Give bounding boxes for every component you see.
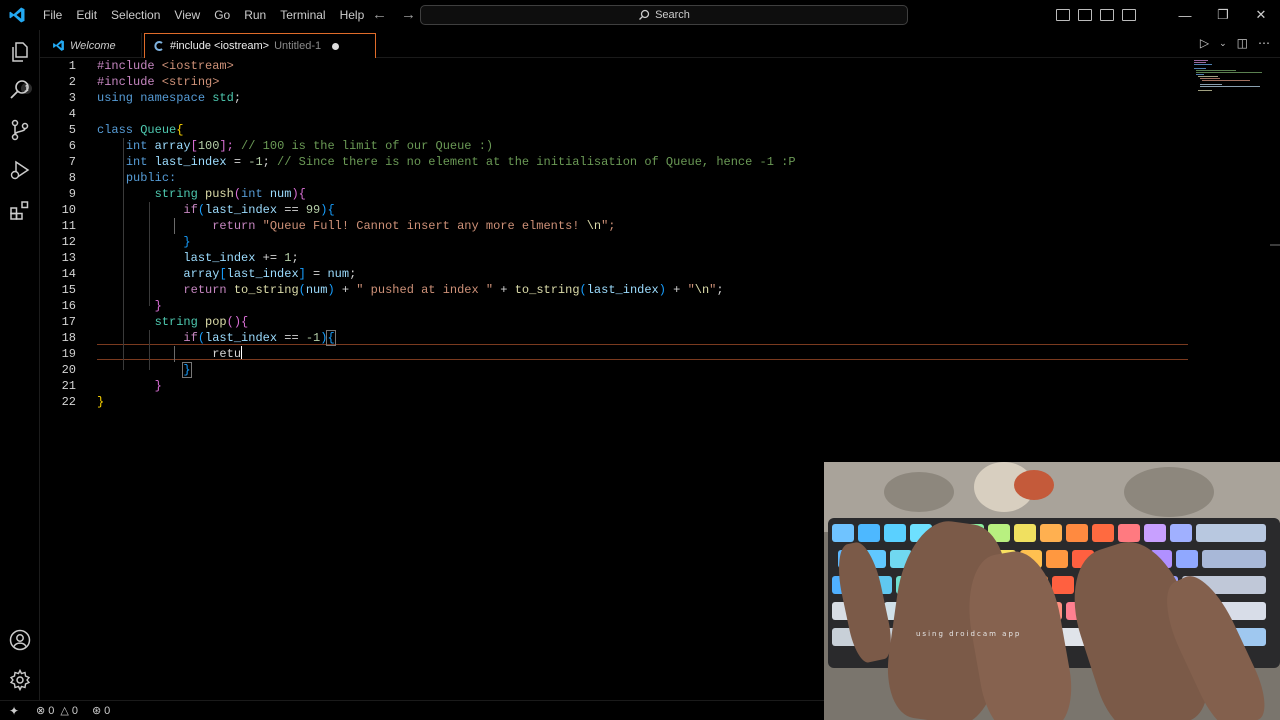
menu-go[interactable]: Go [207, 0, 237, 30]
warning-icon: △ [60, 705, 69, 717]
navigation-arrows: ← → [372, 6, 416, 23]
ports-status[interactable]: ⊛ 0 [91, 704, 111, 718]
activity-bar: 1 [0, 30, 40, 700]
code-line: 13 last_index += 1; [61, 251, 299, 265]
vscode-tab-icon [53, 40, 64, 51]
code-line: 16 } [61, 299, 162, 313]
toggle-panel-icon[interactable] [1078, 9, 1092, 21]
toggle-primary-sidebar-icon[interactable] [1056, 9, 1070, 21]
toggle-secondary-sidebar-icon[interactable] [1100, 9, 1114, 21]
code-line: 17 string pop(){ [61, 315, 249, 329]
tab-welcome[interactable]: Welcome [44, 33, 142, 58]
code-line: 11 return "Queue Full! Cannot insert any… [61, 219, 616, 233]
error-count: 0 [48, 704, 55, 717]
code-line: 21 } [61, 379, 162, 393]
code-line: 15 return to_string(num) + " pushed at i… [61, 283, 724, 297]
menu-run[interactable]: Run [237, 0, 273, 30]
back-arrow-icon[interactable]: ← [372, 6, 387, 23]
tab-welcome-label: Welcome [70, 39, 116, 52]
code-line: 12 } [61, 235, 191, 249]
close-icon[interactable]: ✕ [1242, 7, 1280, 23]
problems-status[interactable]: ⊗ 0 △ 0 [36, 704, 78, 718]
vscode-logo-icon [9, 7, 25, 23]
code-line: 3 using namespace std; [68, 91, 242, 105]
code-line-active: 19 retu [61, 346, 243, 361]
run-and-debug-icon[interactable] [8, 158, 32, 182]
ports-count: 0 [104, 704, 111, 717]
menu-edit[interactable]: Edit [69, 0, 104, 30]
code-line: 14 array[last_index] = num; [61, 267, 357, 281]
code-line: 5 class Queue{ [68, 123, 184, 137]
search-label: Search [655, 9, 690, 21]
customize-layout-icon[interactable] [1122, 9, 1136, 21]
menu-bar: File Edit Selection View Go Run Terminal… [36, 0, 371, 30]
code-line: 4 [68, 107, 76, 121]
minimap[interactable] [1194, 58, 1266, 91]
tab-untitled-sublabel: Untitled-1 [274, 40, 322, 52]
source-control-icon[interactable] [8, 118, 32, 142]
extensions-icon[interactable] [8, 198, 32, 222]
tab-untitled-1[interactable]: #include <iostream> Untitled-1 [144, 33, 376, 58]
code-line: 20 } [61, 362, 192, 378]
code-line: 6 int array[100]; // 100 is the limit of… [68, 139, 494, 153]
menu-selection[interactable]: Selection [104, 0, 167, 30]
remote-indicator-icon[interactable]: ✦ [0, 704, 28, 718]
title-bar-right: — ❐ ✕ [1056, 0, 1280, 30]
restore-icon[interactable]: ❐ [1204, 7, 1242, 23]
code-line: 22} [61, 395, 105, 409]
code-line: 18 if(last_index == -1){ [61, 330, 336, 346]
accounts-icon[interactable] [8, 628, 32, 652]
editor-tab-bar: Welcome #include <iostream> Untitled-1 ▷… [40, 30, 1280, 58]
forward-arrow-icon[interactable]: → [401, 6, 416, 23]
search-sidebar-icon[interactable] [8, 78, 32, 102]
text-cursor [241, 346, 243, 359]
menu-terminal[interactable]: Terminal [273, 0, 332, 30]
run-dropdown-chevron-icon[interactable]: ⌄ [1219, 36, 1227, 50]
error-icon: ⊗ [36, 705, 46, 717]
menu-view[interactable]: View [167, 0, 207, 30]
unsaved-dot-icon[interactable] [332, 42, 340, 50]
code-line: 8 public: [68, 171, 177, 185]
code-line: 7 int last_index = -1; // Since there is… [68, 155, 796, 169]
code-line: 1 #include <iostream> [68, 59, 234, 73]
search-icon [639, 9, 650, 20]
more-actions-icon[interactable]: ⋯ [1258, 36, 1270, 50]
webcam-watermark: using droidcam app [916, 630, 1022, 638]
code-line: 9 string push(int num){ [68, 187, 306, 201]
warning-count: 0 [71, 704, 78, 717]
run-file-icon[interactable]: ▷ [1200, 36, 1209, 50]
ports-antenna-icon: ⊛ [91, 705, 102, 717]
scrollbar-marker[interactable] [1270, 244, 1280, 246]
command-center-search[interactable]: Search [420, 5, 908, 25]
split-editor-icon[interactable]: ◫ [1237, 36, 1248, 50]
manage-gear-icon[interactable] [8, 668, 32, 692]
menu-help[interactable]: Help [333, 0, 372, 30]
explorer-icon[interactable] [8, 40, 32, 64]
code-line: 10 if(last_index == 99){ [61, 203, 335, 217]
title-bar: File Edit Selection View Go Run Terminal… [0, 0, 1280, 30]
editor-actions: ▷ ⌄ ◫ ⋯ [1200, 36, 1270, 50]
tab-untitled-label: #include <iostream> [170, 40, 270, 52]
code-line: 2 #include <string> [68, 75, 220, 89]
menu-file[interactable]: File [36, 0, 69, 30]
webcam-overlay: using droidcam app [824, 462, 1280, 720]
minimize-icon[interactable]: — [1166, 8, 1204, 23]
c-file-icon [154, 41, 163, 51]
